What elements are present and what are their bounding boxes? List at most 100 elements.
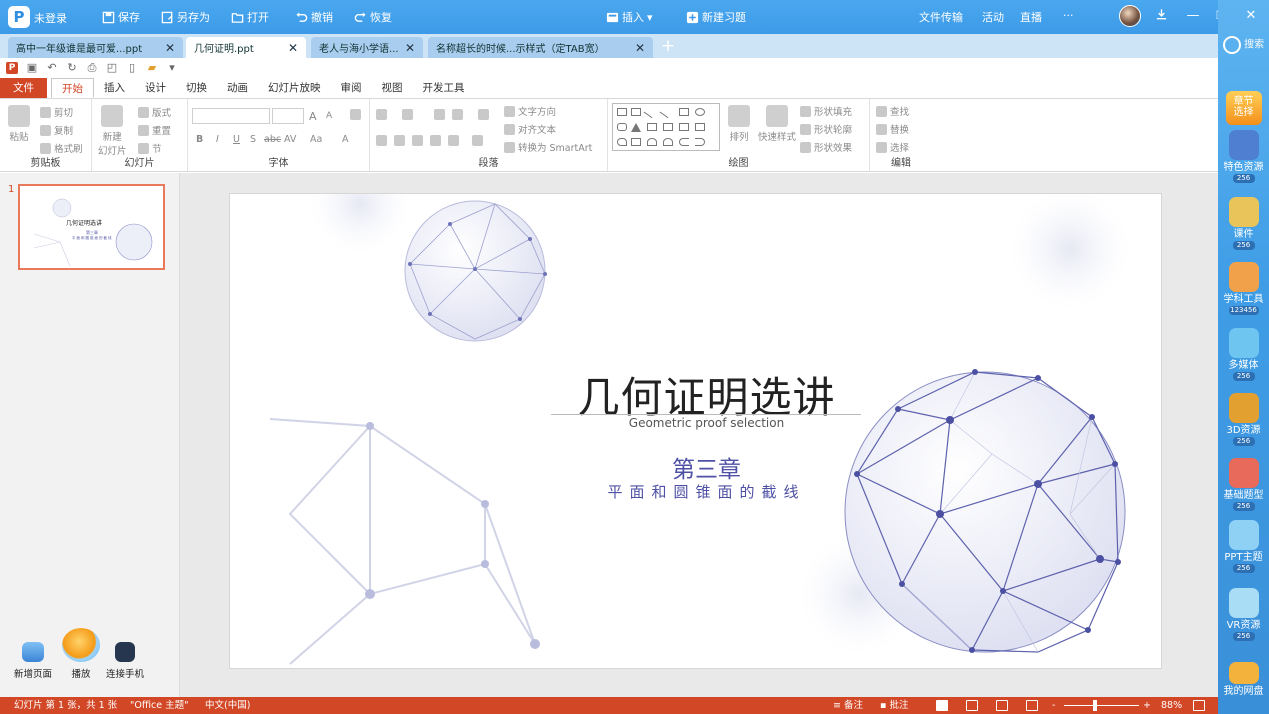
redo-icon[interactable]: ↻ — [66, 62, 78, 74]
tab-developer[interactable]: 开发工具 — [413, 78, 475, 98]
reset-button[interactable]: 重置 — [138, 123, 171, 137]
replace-button[interactable]: 替换 — [876, 122, 909, 136]
bullets-button[interactable] — [376, 109, 387, 120]
paste-button[interactable]: 粘贴 — [8, 105, 30, 143]
close-icon[interactable]: ✕ — [405, 41, 415, 55]
sidebar-item-basic-questions[interactable]: 基础题型 256 — [1218, 458, 1269, 511]
arc-shape-icon[interactable] — [647, 138, 657, 146]
slide-thumbnail-1[interactable]: 几何证明选讲 第三章 平面和圆锥面的截线 — [18, 184, 165, 270]
section-button[interactable]: 节 — [138, 141, 162, 155]
tab-view[interactable]: 视图 — [372, 78, 413, 98]
underline-button[interactable]: U — [233, 134, 240, 145]
line-shape-icon[interactable] — [643, 105, 657, 119]
slide-sorter-view-icon[interactable] — [966, 700, 978, 711]
chapter-select-button[interactable]: 章节 选择 — [1218, 80, 1269, 136]
minimize-button[interactable]: — — [1185, 8, 1201, 24]
normal-view-icon[interactable] — [936, 700, 948, 711]
shrink-font-button[interactable]: A — [326, 111, 332, 121]
copy-button[interactable]: 复制 — [40, 123, 73, 137]
new-page-button[interactable]: 新增页面 — [14, 642, 52, 680]
font-size-select[interactable] — [272, 108, 304, 124]
sidebar-item-multimedia[interactable]: 多媒体 256 — [1218, 328, 1269, 381]
live-link[interactable]: 直播 — [1020, 9, 1042, 25]
save-button[interactable]: 保存 — [102, 9, 140, 25]
shape-outline-button[interactable]: 形状轮廓 — [800, 122, 852, 136]
curve-shape-icon[interactable] — [663, 138, 673, 146]
doc-tab-1[interactable]: 高中一年级谁是最可爱...ppt ✕ — [8, 37, 183, 58]
add-tab-button[interactable]: + — [658, 36, 678, 56]
zoom-in-button[interactable]: + — [1143, 697, 1151, 714]
right-brace-icon[interactable] — [695, 138, 705, 146]
decrease-indent-button[interactable] — [434, 109, 445, 120]
redo-button[interactable]: 恢复 — [354, 9, 392, 25]
activity-link[interactable]: 活动 — [982, 9, 1004, 25]
smartart-button[interactable]: 转换为 SmartArt — [504, 140, 592, 154]
connect-phone-button[interactable]: 连接手机 — [106, 642, 144, 680]
save-icon[interactable]: ▣ — [26, 62, 38, 74]
zoom-out-button[interactable]: - — [1052, 697, 1055, 714]
align-right-button[interactable] — [412, 135, 423, 146]
font-family-select[interactable] — [192, 108, 270, 124]
find-button[interactable]: 查找 — [876, 104, 909, 118]
right-arrow-shape-icon[interactable] — [679, 123, 689, 131]
increase-indent-button[interactable] — [452, 109, 463, 120]
close-button[interactable]: ✕ — [1243, 8, 1259, 24]
quick-styles-button[interactable]: 快速样式 — [758, 105, 796, 143]
new-slide-button[interactable]: 新建 幻灯片 — [98, 105, 127, 157]
triangle-shape-icon[interactable] — [631, 123, 641, 132]
zoom-page-icon[interactable]: ◰ — [106, 62, 118, 74]
tab-review[interactable]: 审阅 — [331, 78, 372, 98]
file-transfer-link[interactable]: 文件传输 — [919, 9, 963, 25]
tab-home[interactable]: 开始 — [51, 78, 94, 98]
doc-tab-2-active[interactable]: 几何证明.ppt ✕ — [186, 37, 306, 58]
sidebar-item-vr[interactable]: VR资源 256 — [1218, 588, 1269, 641]
elbow-connector-icon[interactable] — [647, 123, 657, 131]
align-left-button[interactable] — [376, 135, 387, 146]
italic-button[interactable]: I — [216, 134, 219, 145]
layout-button[interactable]: 版式 — [138, 105, 171, 119]
left-brace-icon[interactable] — [679, 138, 689, 146]
new-quiz-button[interactable]: 新建习题 — [686, 9, 746, 25]
close-icon[interactable]: ✕ — [288, 41, 298, 55]
align-text-button[interactable]: 对齐文本 — [504, 122, 556, 136]
sidebar-item-featured[interactable]: 特色资源 256 — [1218, 130, 1269, 183]
undo-icon[interactable]: ↶ — [46, 62, 58, 74]
close-icon[interactable]: ✕ — [165, 41, 175, 55]
slide-topic[interactable]: 平面和圆锥面的截线 — [230, 481, 1161, 502]
cut-button[interactable]: 剪切 — [40, 105, 73, 119]
align-center-button[interactable] — [394, 135, 405, 146]
arrow-shape-icon[interactable] — [659, 105, 673, 119]
user-avatar[interactable] — [1119, 5, 1141, 27]
language-status[interactable]: 中文(中国) — [205, 697, 250, 714]
shape-fill-button[interactable]: 形状填充 — [800, 104, 852, 118]
curved-connector-icon[interactable] — [663, 123, 673, 131]
down-arrow-shape-icon[interactable] — [695, 123, 705, 131]
numbering-button[interactable] — [402, 109, 413, 120]
doc-tab-3[interactable]: 老人与海小学语... ✕ — [311, 37, 423, 58]
select-button[interactable]: 选择 — [876, 140, 909, 154]
close-icon[interactable]: ✕ — [635, 41, 645, 55]
zoom-slider-track[interactable] — [1064, 705, 1139, 706]
oval-shape-icon[interactable] — [695, 108, 705, 116]
vertical-textbox-shape-icon[interactable] — [631, 108, 641, 116]
format-painter-button[interactable]: 格式刷 — [40, 141, 83, 155]
tab-transitions[interactable]: 切换 — [176, 78, 217, 98]
fit-to-window-icon[interactable] — [1193, 700, 1205, 711]
char-spacing-button[interactable]: AV — [284, 134, 296, 145]
sidebar-item-ppt-themes[interactable]: PPT主题 256 — [1218, 520, 1269, 573]
font-color-button[interactable]: A — [342, 134, 349, 145]
rectangle-shape-icon[interactable] — [679, 108, 689, 116]
rounded-rect-shape-icon[interactable] — [617, 123, 627, 131]
sidebar-item-courseware[interactable]: 课件 256 — [1218, 197, 1269, 250]
current-slide[interactable]: 几何证明选讲 Geometric proof selection 第三章 平面和… — [229, 193, 1162, 669]
undo-button[interactable]: 撤销 — [295, 9, 333, 25]
bolt-shape-icon[interactable] — [631, 138, 641, 146]
comments-button[interactable]: ▪ 批注 — [880, 697, 908, 714]
textbox-shape-icon[interactable] — [617, 108, 627, 116]
notes-button[interactable]: ≡ 备注 — [833, 697, 863, 714]
change-case-button[interactable]: Aa — [310, 134, 322, 145]
play-button[interactable]: 播放 — [62, 628, 100, 680]
open-folder-icon[interactable]: ▰ — [146, 62, 158, 74]
search-button[interactable]: 搜索 — [1218, 36, 1269, 54]
shape-gallery[interactable] — [612, 103, 720, 151]
